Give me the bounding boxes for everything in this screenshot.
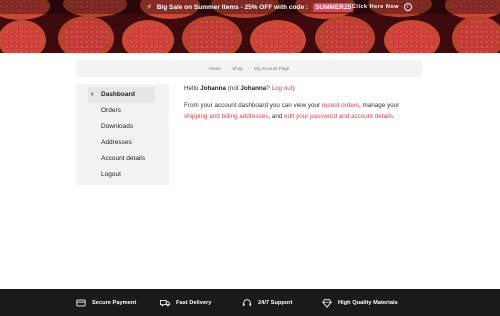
sidebar-item-addresses[interactable]: Addresses	[88, 135, 155, 151]
breadcrumb: Home - Shop - My Account Page	[76, 60, 422, 77]
sidebar-item-label: Orders	[101, 107, 121, 114]
breadcrumb-separator: -	[225, 66, 228, 71]
dashboard-content: Hello Johanna (not Johanna? Log out) Fro…	[184, 83, 424, 122]
sidebar-item-label: Downloads	[101, 123, 134, 130]
sidebar-item-logout[interactable]: Logout	[88, 167, 155, 183]
not-username: Johanna	[240, 85, 267, 92]
not-prefix: (not	[227, 85, 239, 92]
breadcrumb-separator: -	[247, 66, 250, 71]
not-suffix: ?	[266, 85, 270, 92]
close-paren: )	[292, 85, 295, 92]
headset-icon	[242, 298, 252, 306]
dashboard-description: From your account dashboard you can view…	[184, 100, 424, 122]
sidebar-item-downloads[interactable]: Downloads	[88, 119, 155, 135]
description-text: From your account dashboard you can view…	[184, 102, 321, 109]
breadcrumb-current: My Account Page	[254, 66, 290, 71]
sidebar-item-dashboard[interactable]: › Dashboard	[88, 87, 155, 103]
account-details-link[interactable]: edit your password and account details	[284, 113, 393, 120]
sidebar-item-account-details[interactable]: Account details	[88, 151, 155, 167]
promo-bar: ⚡ Big Sale on Summer Items - 25% OFF wit…	[0, 0, 500, 14]
lightning-bolt-icon: ⚡	[146, 4, 152, 11]
description-text: , manage your	[359, 102, 400, 109]
sidebar-item-label: Account details	[101, 155, 146, 162]
recent-orders-link[interactable]: recent orders	[322, 102, 359, 109]
feature-label: High Quality Materials	[338, 299, 398, 306]
breadcrumb-home[interactable]: Home	[209, 66, 221, 71]
feature-label: Secure Payment	[92, 299, 137, 306]
promo-banner: ⚡ Big Sale on Summer Items - 25% OFF wit…	[0, 0, 500, 53]
description-text: , and	[268, 113, 283, 120]
feature-label: 24/7 Support	[258, 299, 293, 306]
chevron-right-icon: ›	[404, 3, 412, 11]
click-here-label: Click Here Now	[351, 4, 399, 10]
greeting-text: Hello Johanna (not Johanna? Log out)	[184, 83, 424, 94]
feature-fast-delivery: Fast Delivery	[160, 289, 211, 316]
sidebar-item-label: Dashboard	[101, 91, 135, 98]
promo-text: Big Sale on Summer Items - 25% OFF with …	[156, 3, 309, 11]
promo-code: SUMMER25	[313, 2, 354, 12]
hello-text: Hello	[184, 85, 199, 92]
account-sidebar: › Dashboard Orders Downloads Addresses A…	[76, 84, 169, 185]
truck-icon	[160, 299, 170, 306]
feature-secure-payment: Secure Payment	[76, 289, 136, 316]
features-footer: Secure Payment Fast Delivery 24/7 Suppor…	[0, 289, 500, 316]
addresses-link[interactable]: shipping and billing addresses	[184, 113, 268, 120]
username: Johanna	[200, 85, 227, 92]
feature-quality: High Quality Materials	[322, 289, 398, 316]
sidebar-item-label: Addresses	[101, 139, 132, 146]
description-text: .	[393, 113, 395, 120]
click-here-link[interactable]: Click Here Now ›	[352, 3, 412, 11]
diamond-icon	[322, 298, 332, 308]
feature-support: 24/7 Support	[242, 289, 292, 316]
logout-link[interactable]: Log out	[272, 85, 293, 92]
sidebar-item-orders[interactable]: Orders	[88, 103, 155, 119]
chevron-right-icon: ›	[91, 91, 94, 98]
credit-card-icon	[76, 299, 86, 306]
feature-label: Fast Delivery	[176, 299, 212, 306]
breadcrumb-shop[interactable]: Shop	[232, 66, 243, 71]
sidebar-item-label: Logout	[101, 171, 121, 178]
